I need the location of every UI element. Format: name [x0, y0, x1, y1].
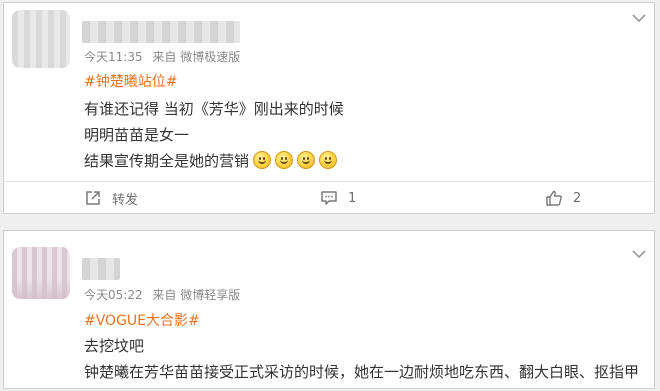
post-card: 今天05:22 来自 微博轻享版 #VOGUE大合影# 去挖坟吧 钟楚曦在芳华苗… — [3, 230, 655, 389]
avatar[interactable] — [12, 247, 70, 299]
smile-emoji-icon — [297, 151, 316, 169]
post-card: 今天11:35 来自 微博极速版 #钟楚曦站位# 有谁还记得 当初《芳华》刚出来… — [3, 2, 655, 214]
topic-link[interactable]: #钟楚曦站位# — [84, 71, 177, 91]
username-redacted[interactable] — [82, 258, 120, 280]
comment-button[interactable]: 1 — [320, 189, 356, 207]
post-text-line: 有谁还记得 当初《芳华》刚出来的时候 — [84, 100, 344, 118]
post-text-line: 去挖坟吧 — [84, 337, 145, 355]
post-meta: 今天11:35 来自 微博极速版 — [84, 48, 240, 65]
post-source: 来自 微博极速版 — [152, 50, 241, 64]
weibo-feed: 今天11:35 来自 微博极速版 #钟楚曦站位# 有谁还记得 当初《芳华》刚出来… — [0, 0, 660, 391]
smile-emoji-icon — [253, 151, 272, 169]
repost-label: 转发 — [112, 192, 139, 208]
chevron-down-icon[interactable] — [632, 13, 646, 23]
post-actions: 转发 1 2 — [4, 181, 654, 213]
share-icon — [86, 191, 100, 205]
avatar[interactable] — [12, 10, 70, 68]
post-text-line: 明明苗苗是女一 — [84, 126, 190, 144]
post-text-line: 钟楚曦在芳华苗苗接受正式采访的时候，她在一边耐烦地吃东西、翻大白眼、抠指甲 — [84, 363, 640, 381]
chevron-down-icon[interactable] — [632, 249, 646, 259]
smile-emoji-icon — [275, 151, 294, 169]
post-text-line: 结果宣传期全是她的营销 — [84, 150, 338, 171]
repost-button[interactable]: 转发 — [84, 189, 139, 208]
post-time[interactable]: 今天11:35 — [84, 50, 143, 64]
post-time[interactable]: 今天05:22 — [84, 288, 143, 302]
comment-count: 1 — [348, 190, 357, 206]
thumbs-up-icon — [546, 190, 562, 206]
like-count: 2 — [573, 190, 582, 206]
like-button[interactable]: 2 — [545, 189, 581, 207]
post-source: 来自 微博轻享版 — [152, 288, 241, 302]
post-meta: 今天05:22 来自 微博轻享版 — [84, 286, 240, 303]
smile-emoji-icon — [319, 151, 338, 169]
username-redacted[interactable] — [82, 21, 240, 43]
topic-link[interactable]: #VOGUE大合影# — [84, 310, 200, 330]
post-text: 结果宣传期全是她的营销 — [84, 152, 250, 170]
comment-icon — [321, 191, 337, 205]
